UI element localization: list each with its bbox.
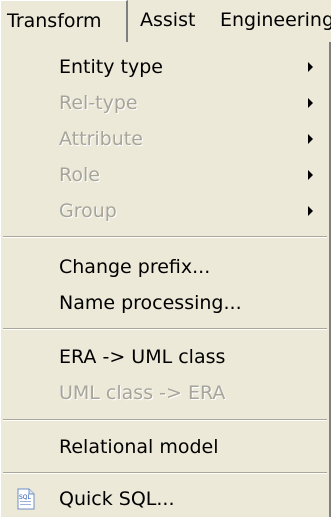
menu-separator <box>3 328 327 330</box>
submenu-arrow-icon <box>308 170 313 180</box>
menu-item-group[interactable]: Group <box>1 193 329 229</box>
submenu-arrow-icon <box>308 98 313 108</box>
sql-icon-text: SQL <box>19 494 32 501</box>
menu-item-attribute[interactable]: Attribute <box>1 121 329 157</box>
menu-item-label: ERA -> UML class <box>59 346 226 368</box>
submenu-arrow-icon <box>308 206 313 216</box>
menu-assist[interactable]: Assist <box>136 0 212 42</box>
menu-engineering[interactable]: Engineering <box>216 0 331 42</box>
menu-separator <box>3 419 327 421</box>
menu-item-label: Entity type <box>59 56 163 78</box>
menu-item-entity-type[interactable]: Entity type <box>1 49 329 85</box>
menu-item-quick-sql[interactable]: SQL Quick SQL... <box>1 481 329 517</box>
menu-item-change-prefix[interactable]: Change prefix... <box>1 249 329 285</box>
menu-item-label: Rel-type <box>59 92 138 114</box>
menu-bar: Transform Assist Engineering <box>0 0 331 43</box>
menu-item-label: Group <box>59 200 117 222</box>
menu-item-label: Change prefix... <box>59 256 211 278</box>
menu-separator <box>3 472 327 474</box>
transform-dropdown-menu: Entity type Rel-type Attribute Role Grou… <box>0 42 331 517</box>
menu-item-uml-to-era[interactable]: UML class -> ERA <box>1 375 329 411</box>
menu-item-label: Name processing... <box>59 292 242 314</box>
menu-item-relational-model[interactable]: Relational model <box>1 429 329 465</box>
menu-item-label: Role <box>59 164 100 186</box>
menu-item-role[interactable]: Role <box>1 157 329 193</box>
menu-separator <box>3 236 327 238</box>
menu-item-label: Attribute <box>59 128 143 150</box>
submenu-arrow-icon <box>308 62 313 72</box>
menu-transform[interactable]: Transform <box>0 0 128 42</box>
menu-item-rel-type[interactable]: Rel-type <box>1 85 329 121</box>
menu-item-era-to-uml[interactable]: ERA -> UML class <box>1 339 329 375</box>
menu-item-name-processing[interactable]: Name processing... <box>1 285 329 321</box>
sql-document-icon: SQL <box>17 488 35 510</box>
menu-item-label: UML class -> ERA <box>59 382 226 404</box>
submenu-arrow-icon <box>308 134 313 144</box>
menu-item-label: Relational model <box>59 436 219 458</box>
menu-item-label: Quick SQL... <box>59 488 175 510</box>
